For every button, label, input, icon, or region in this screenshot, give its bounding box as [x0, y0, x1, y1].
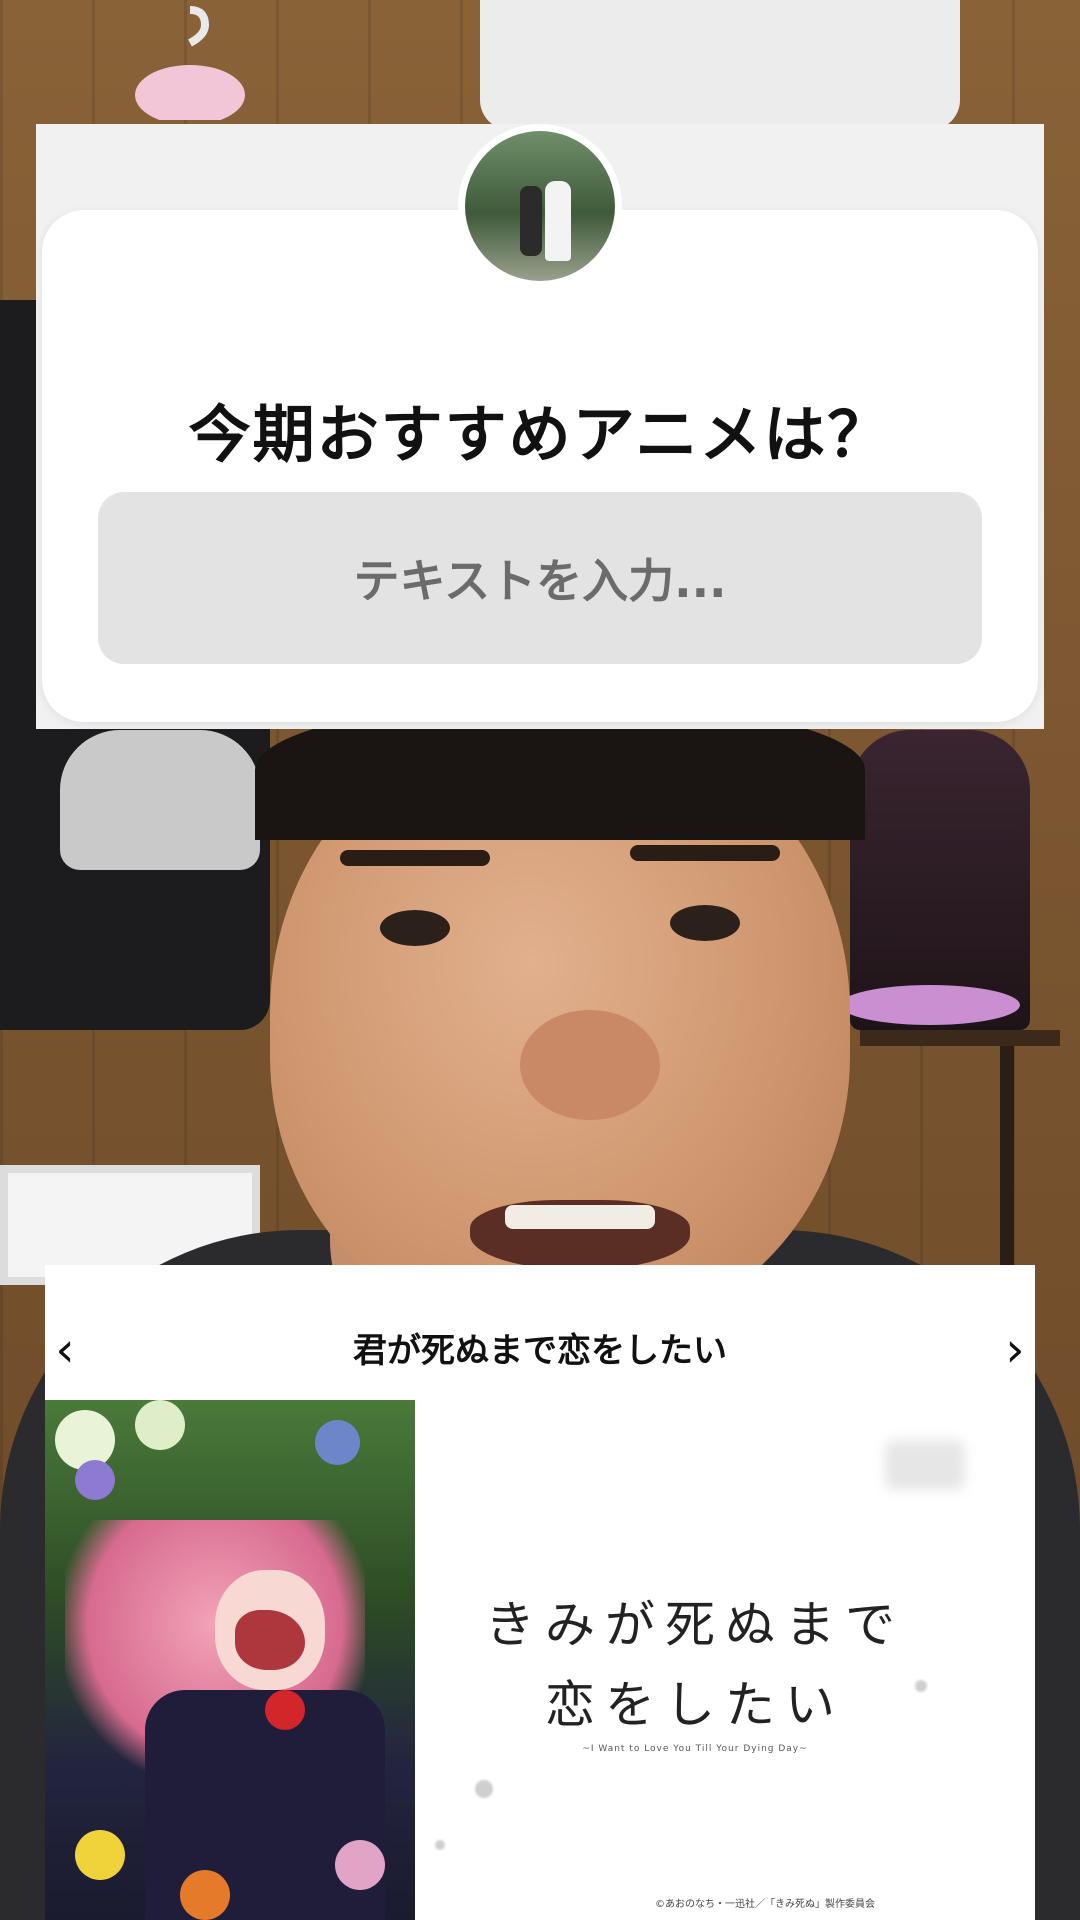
profile-avatar — [458, 124, 622, 288]
person-nose — [520, 1010, 660, 1120]
white-tshirt — [480, 0, 960, 130]
figure-base — [840, 985, 1020, 1025]
blurred-badge — [885, 1440, 965, 1490]
logo-line-2: 恋をしたい — [545, 1676, 845, 1734]
right-eye — [670, 905, 740, 941]
anime-card: ‹ 君が死ぬまで恋をしたい › きみが死ぬまで 恋をしたい ~I Want to… — [45, 1265, 1035, 1920]
answer-input[interactable]: テキストを入力... — [98, 492, 982, 664]
left-eye — [380, 910, 450, 946]
avatar-photo — [465, 131, 615, 281]
tshirt-print — [60, 730, 260, 870]
side-table — [860, 1030, 1060, 1046]
question-sticker: 今期おすすめアニメは？ テキストを入力... — [36, 124, 1044, 729]
person-teeth — [505, 1205, 655, 1229]
left-eyebrow — [340, 850, 490, 866]
copyright-text: ©あおのなち・一迅社／「きみ死ぬ」製作委員会 — [655, 1899, 875, 1910]
hanger-decoration — [135, 6, 245, 120]
anime-title: 君が死ぬまで恋をしたい — [353, 1331, 727, 1371]
question-text: 今期おすすめアニメは？ — [188, 398, 892, 471]
anime-poster — [45, 1400, 415, 1920]
logo-subtitle: ~I Want to Love You Till Your Dying Day~ — [582, 1744, 808, 1754]
logo-line-1: きみが死ぬまで — [485, 1596, 905, 1654]
next-arrow-icon[interactable]: › — [995, 1325, 1035, 1375]
anime-logo-panel: きみが死ぬまで 恋をしたい ~I Want to Love You Till Y… — [415, 1400, 1035, 1920]
right-eyebrow — [630, 845, 780, 861]
